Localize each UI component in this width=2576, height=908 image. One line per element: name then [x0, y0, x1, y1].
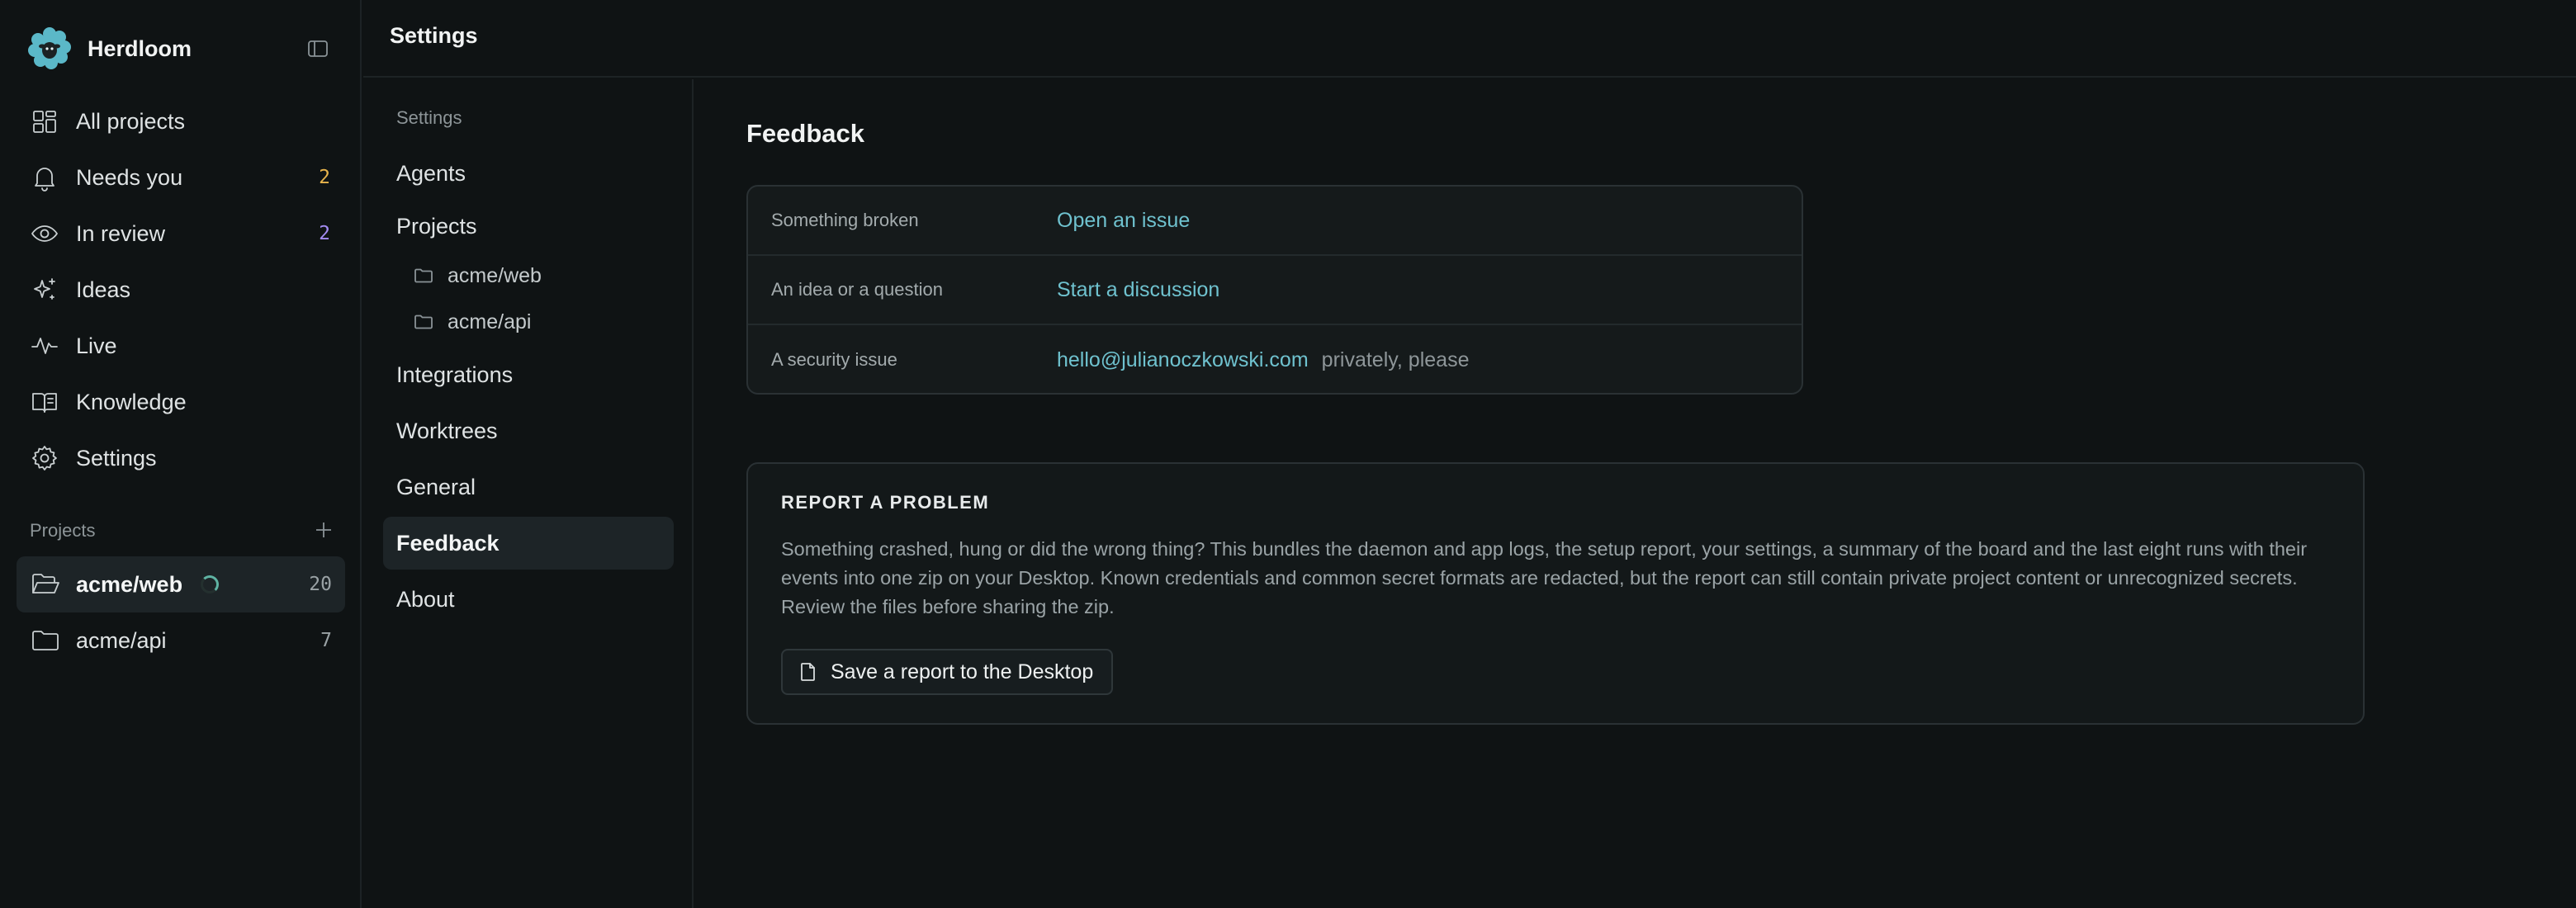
project-label: acme/web — [76, 571, 183, 597]
settings-nav: Settings Agents Projects acme/web acme/a… — [363, 79, 694, 908]
nav-label: Ideas — [76, 277, 131, 302]
nav-item-ideas[interactable]: Ideas — [17, 262, 345, 318]
pulse-icon — [30, 331, 59, 361]
feedback-row-value: Open an issue — [1057, 209, 1190, 233]
projects-section-header: Projects — [30, 518, 335, 543]
nav-item-all-projects[interactable]: All projects — [17, 93, 345, 149]
start-discussion-link[interactable]: Start a discussion — [1057, 278, 1219, 302]
settings-nav-list: Agents Projects acme/web acme/api Integr… — [383, 147, 674, 626]
settings-item-project-web[interactable]: acme/web — [383, 253, 674, 299]
folder-icon — [413, 311, 434, 333]
report-title: REPORT A PROBLEM — [781, 492, 990, 513]
nav-item-in-review[interactable]: In review 2 — [17, 206, 345, 262]
gear-icon — [30, 443, 59, 473]
security-note: privately, please — [1321, 348, 1470, 371]
needs-you-count: 2 — [319, 167, 330, 188]
settings-item-feedback[interactable]: Feedback — [383, 517, 674, 570]
app-name: Herdloom — [88, 35, 192, 61]
nav-label: Knowledge — [76, 389, 187, 414]
sidebar-toggle-icon[interactable] — [305, 36, 330, 61]
nav-item-knowledge[interactable]: Knowledge — [17, 374, 345, 430]
page-title: Feedback — [746, 119, 865, 148]
nav-label: In review — [76, 220, 166, 246]
herdloom-logo-icon — [26, 26, 73, 72]
settings-item-agents[interactable]: Agents — [383, 147, 674, 200]
settings-item-general[interactable]: General — [383, 461, 674, 513]
book-icon — [30, 387, 59, 417]
header-title: Settings — [390, 23, 478, 48]
folder-icon — [413, 265, 434, 286]
project-label: acme/api — [76, 627, 167, 653]
feedback-row-label: A security issue — [771, 349, 897, 370]
folder-icon — [30, 625, 61, 656]
file-icon — [798, 661, 819, 683]
settings-item-about[interactable]: About — [383, 573, 674, 626]
project-count: 20 — [309, 574, 332, 595]
settings-item-worktrees[interactable]: Worktrees — [383, 404, 674, 457]
nav-label: All projects — [76, 108, 186, 134]
nav-label: Settings — [76, 445, 157, 471]
feedback-row-value: Start a discussion — [1057, 278, 1219, 302]
project-count: 7 — [320, 630, 332, 651]
main-content: Feedback Something broken Open an issue … — [695, 79, 2576, 908]
report-description: Something crashed, hung or did the wrong… — [781, 538, 2308, 617]
projects-heading: Projects — [30, 520, 96, 541]
settings-nav-heading: Settings — [396, 107, 462, 128]
in-review-count: 2 — [319, 223, 330, 244]
main-nav: All projects Needs you 2 In review 2 Ide… — [17, 93, 345, 486]
open-issue-link[interactable]: Open an issue — [1057, 209, 1190, 233]
top-header: Settings — [363, 0, 2576, 78]
settings-item-label: acme/web — [447, 263, 542, 287]
folder-open-icon — [30, 569, 61, 600]
settings-item-label: acme/api — [447, 310, 532, 333]
save-report-button[interactable]: Save a report to the Desktop — [781, 649, 1114, 695]
nav-item-needs-you[interactable]: Needs you 2 — [17, 149, 345, 206]
project-list: acme/web 20 acme/api 7 — [17, 556, 345, 669]
feedback-row-label: An idea or a question — [771, 279, 943, 300]
sidebar: Herdloom All projects Needs you 2 In rev… — [0, 0, 362, 908]
feedback-row-idea: An idea or a question Start a discussion — [748, 256, 1802, 325]
report-problem-card: REPORT A PROBLEM Something crashed, hung… — [746, 462, 2365, 725]
nav-label: Live — [76, 333, 117, 358]
add-project-icon[interactable] — [312, 518, 335, 541]
feedback-row-label: Something broken — [771, 210, 919, 230]
bell-icon — [30, 163, 59, 192]
settings-item-projects[interactable]: Projects — [383, 200, 674, 253]
feedback-row-bug: Something broken Open an issue — [748, 187, 1802, 256]
feedback-channels-table: Something broken Open an issue An idea o… — [746, 185, 1803, 395]
nav-item-live[interactable]: Live — [17, 318, 345, 374]
project-item-acme-api[interactable]: acme/api 7 — [17, 612, 345, 669]
grid-icon — [30, 106, 59, 136]
eye-icon — [30, 219, 59, 248]
settings-item-project-api[interactable]: acme/api — [383, 299, 674, 345]
nav-label: Needs you — [76, 164, 183, 190]
project-item-acme-web[interactable]: acme/web 20 — [17, 556, 345, 612]
loading-spinner — [201, 575, 220, 594]
feedback-row-security: A security issue hello@julianoczkowski.c… — [748, 325, 1802, 393]
brand[interactable]: Herdloom — [26, 26, 192, 71]
nav-item-settings[interactable]: Settings — [17, 430, 345, 486]
settings-item-integrations[interactable]: Integrations — [383, 348, 674, 401]
save-report-label: Save a report to the Desktop — [831, 660, 1094, 683]
security-email-link[interactable]: hello@julianoczkowski.com — [1057, 348, 1309, 372]
feedback-row-value: hello@julianoczkowski.com privately, ple… — [1057, 348, 1469, 372]
sparkle-icon — [30, 275, 59, 305]
